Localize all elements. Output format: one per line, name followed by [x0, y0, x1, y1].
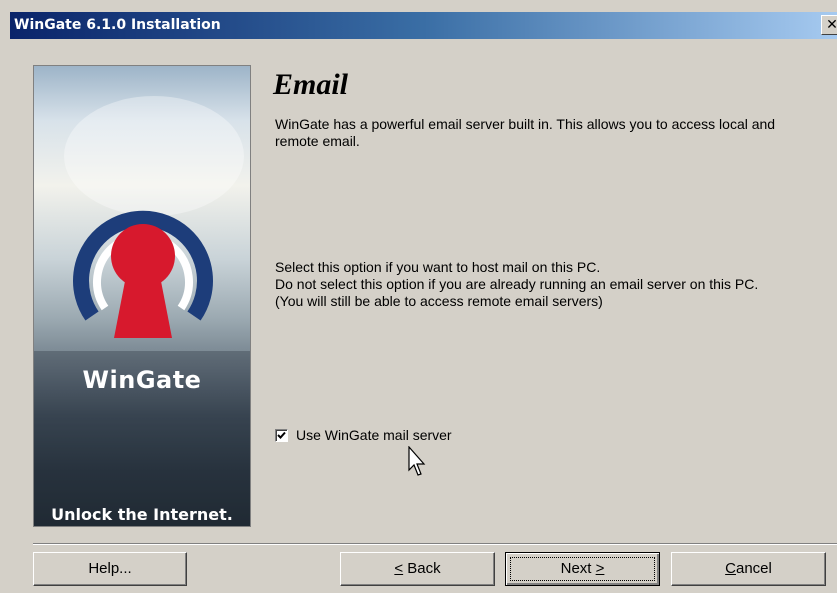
intro-text: WinGate has a powerful email server buil…: [275, 116, 776, 149]
help-button[interactable]: Help...: [33, 552, 187, 586]
next-button[interactable]: Next >: [505, 552, 660, 586]
focus-rectangle: [510, 557, 655, 581]
back-mnemonic: <: [394, 560, 404, 577]
banner-brand: WinGate: [82, 366, 202, 394]
cancel-mnemonic: C: [725, 560, 736, 577]
button-separator: [33, 543, 837, 545]
back-button[interactable]: < Back: [340, 552, 495, 586]
mail-server-option[interactable]: Use WinGate mail server: [275, 427, 452, 443]
option-description: Select this option if you want to host m…: [275, 259, 820, 310]
wingate-banner: WinGate Unlock the Internet.: [33, 65, 251, 527]
help-button-label: Help...: [88, 560, 132, 577]
option-description-line: Do not select this option if you are alr…: [275, 276, 759, 292]
use-mail-server-label[interactable]: Use WinGate mail server: [296, 427, 452, 443]
installer-window: WinGate 6.1.0 Installation ✕ WinGate Unl…: [0, 0, 837, 593]
option-description-line: (You will still be able to access remote…: [275, 293, 603, 309]
close-button[interactable]: ✕: [821, 15, 837, 35]
window-title: WinGate 6.1.0 Installation: [14, 17, 221, 33]
mouse-pointer-icon: [408, 446, 426, 476]
title-bar[interactable]: WinGate 6.1.0 Installation ✕: [10, 12, 837, 39]
option-description-line: Select this option if you want to host m…: [275, 259, 601, 275]
checkmark-icon: [277, 431, 286, 439]
close-icon: ✕: [826, 16, 837, 32]
back-button-label: Back: [403, 560, 441, 577]
cancel-button-label: ancel: [735, 560, 772, 577]
keyhole-logo-icon: [34, 96, 250, 526]
cancel-button[interactable]: Cancel: [671, 552, 826, 586]
use-mail-server-checkbox[interactable]: [275, 428, 288, 442]
page-title: Email: [273, 68, 349, 101]
banner-tagline: Unlock the Internet.: [51, 505, 233, 524]
